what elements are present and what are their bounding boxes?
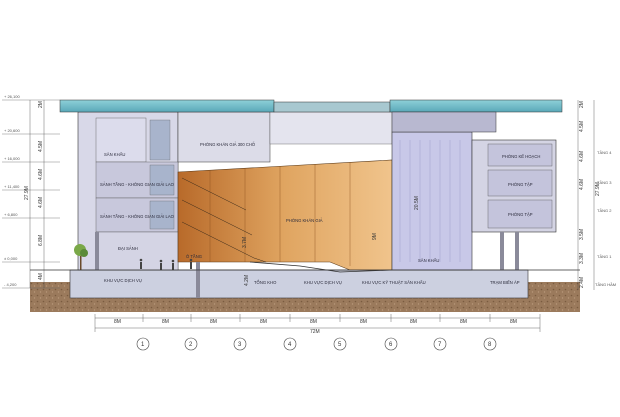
bay-dim-4: 8M xyxy=(260,319,267,325)
left-h-2: 4.5M xyxy=(38,141,44,152)
level-7: - 4,200 xyxy=(4,282,17,287)
roof-canopy-right xyxy=(389,99,563,113)
right-h-3: 4.6M xyxy=(579,151,585,162)
right-h-7: 2.4M xyxy=(579,277,585,288)
level-6: ± 0,000 xyxy=(4,256,18,261)
section-drawing: + 26,100 + 20,600 + 16,000 + 11,400 + 6,… xyxy=(0,0,620,412)
room-rehearsal-2-label: PHÒNG TẬP xyxy=(508,212,533,217)
left-dim-chain xyxy=(29,100,45,288)
bay-dim-6: 8M xyxy=(360,319,367,325)
inner-dim-3: 9M xyxy=(372,233,378,240)
room-warehouse: TỔNG KHO xyxy=(254,280,277,285)
level-2: + 20,600 xyxy=(4,128,20,133)
bay-dim-9: 8M xyxy=(510,319,517,325)
left-h-4: 4.6M xyxy=(38,197,44,208)
left-h-3: 4.6M xyxy=(38,169,44,180)
room-main-lobby: ĐẠI SẢNH xyxy=(118,246,138,251)
basement xyxy=(69,269,529,299)
left-h-1: 2M xyxy=(38,101,44,108)
left-h-6: 4M xyxy=(38,273,44,280)
inner-dim-1: 3.7M xyxy=(242,237,248,248)
room-lobby-2: SẢNH TẦNG - KHÔNG GIAN GIẢI LAO xyxy=(100,214,175,219)
bay-dim-8: 8M xyxy=(460,319,467,325)
level-1: + 26,100 xyxy=(4,94,20,99)
level-3: + 16,000 xyxy=(4,156,20,161)
room-planning-label: PHÒNG KẾ HOẠCH xyxy=(502,154,540,159)
room-lobby-3: SẢNH TẦNG - KHÔNG GIAN GIẢI LAO xyxy=(100,182,175,187)
floor-label-3: TẦNG 3 xyxy=(597,180,612,185)
bay-dim-2: 8M xyxy=(162,319,169,325)
roof-canopy-left xyxy=(59,99,275,113)
roof-band xyxy=(391,111,497,133)
upper-hall xyxy=(177,111,271,163)
room-floor-box: Ô TẦNG xyxy=(186,254,202,259)
bay-dim-7: 8M xyxy=(410,319,417,325)
lobby-left xyxy=(95,231,179,271)
room-main-stage: SÂN KHẤU xyxy=(418,258,439,263)
room-service-2: KHU VỰC DỊCH VỤ xyxy=(304,280,342,285)
room-service: KHU VỰC DỊCH VỤ xyxy=(104,278,142,283)
level-5: + 6,800 xyxy=(4,212,18,217)
room-stage-tech: KHU VỰC KỸ THUẬT SÂN KHẤU xyxy=(362,280,426,285)
bay-dim-1: 8M xyxy=(114,319,121,325)
left-h-5: 6.8M xyxy=(38,235,44,246)
floor-label-2: TẦNG 2 xyxy=(597,208,612,213)
room-stage-top: SÂN KHẤU xyxy=(104,152,125,157)
level-4: + 11,400 xyxy=(4,184,20,189)
right-h-6: 3.3M xyxy=(579,253,585,264)
room-rehearsal-1-label: PHÒNG TẬP xyxy=(508,182,533,187)
roof-canopy-mid xyxy=(273,101,391,113)
upper-truss-zone xyxy=(269,111,393,145)
room-transformer: TRẠM BIẾN ÁP xyxy=(490,280,520,285)
inner-dim-2: 4.2M xyxy=(244,275,250,286)
right-h-4: 4.6M xyxy=(579,179,585,190)
left-total: 27.9M xyxy=(24,186,30,200)
right-h-1: 2M xyxy=(579,101,585,108)
bay-dim-3: 8M xyxy=(210,319,217,325)
right-h-5: 3.5M xyxy=(579,229,585,240)
total-width: 72M xyxy=(310,329,320,335)
bay-dim-5: 8M xyxy=(310,319,317,325)
floor-label-1: TẦNG 1 xyxy=(597,254,612,259)
floor-label-basement: TẦNG HẦM xyxy=(595,282,616,287)
room-hall-300: PHÒNG KHÁN GIẢ 300 CHỖ xyxy=(200,142,256,147)
room-auditorium: PHÒNG KHÁN GIẢ xyxy=(286,218,323,223)
right-h-2: 4.5M xyxy=(579,121,585,132)
inner-dim-4: 20.5M xyxy=(414,196,420,210)
floor-label-4: TẦNG 4 xyxy=(597,150,612,155)
